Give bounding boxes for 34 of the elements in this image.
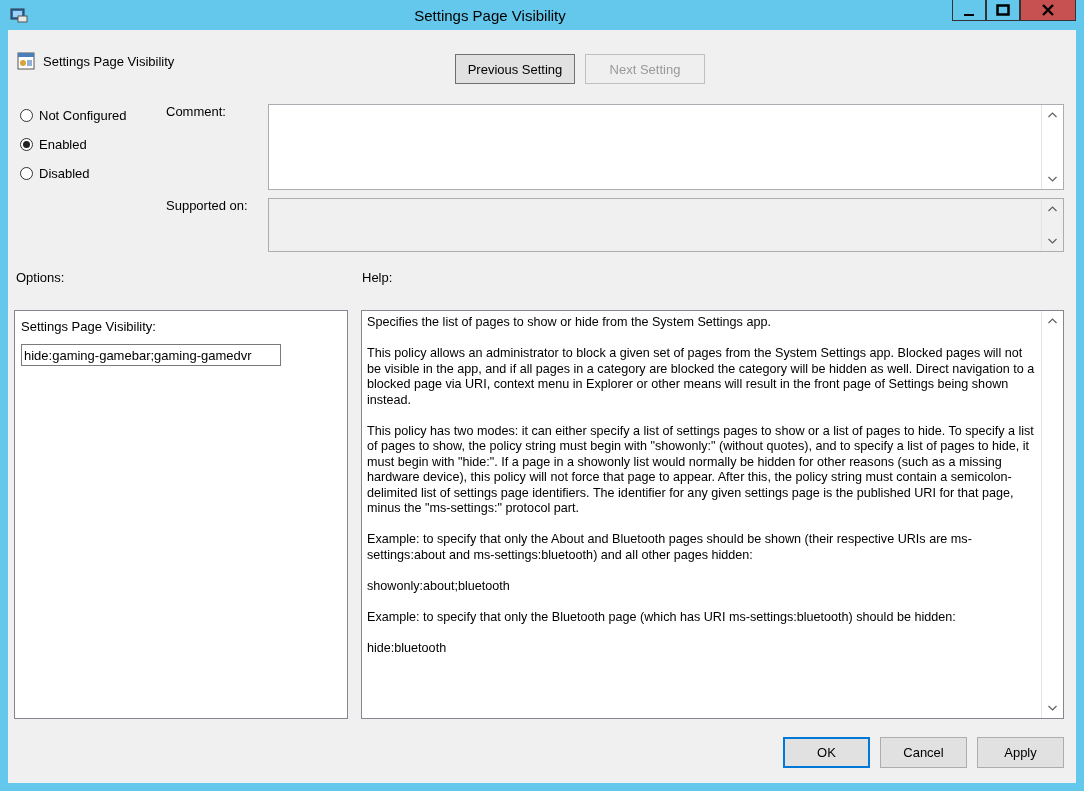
policy-setting-icon — [17, 52, 35, 70]
help-paragraph: showonly:about;bluetooth — [367, 578, 511, 594]
radio-label[interactable]: Enabled — [39, 137, 87, 152]
help-paragraph: Specifies the list of pages to show or hide from the System Settings app. — [367, 315, 772, 331]
dialog-button[interactable]: Apply — [977, 737, 1064, 768]
help-paragraph: hide:bluetooth — [367, 640, 448, 656]
policy-editor-icon — [10, 7, 28, 23]
minimize-button[interactable] — [952, 0, 986, 21]
minimize-icon — [964, 14, 974, 16]
policy-title: Settings Page Visibility — [43, 53, 175, 69]
options-label: Options: — [16, 270, 66, 285]
window-title: Settings Page Visibility — [413, 6, 567, 24]
help-label: Help: — [362, 270, 393, 285]
help-paragraph: This policy has two modes: it can either specify a list of settings pages to show or a list of pages to hide. To specify a list of pages to show, the policy string must begin with "showonly:" (without quotes), and to specify a list of pages to hide, it must begin with "hide:". If a page in a showonly list would normally be hidden for other reasons (such as a missing hardware device), this policy will not force that page to appear. After this, the policy string must contain a semicolon-delimited list of settings page identifiers. The identifier for any given settings page is the published URI for that page, minus the "ms-settings:" protocol part. — [367, 423, 1035, 517]
help-paragraph: Example: to specify that only the About and Bluetooth pages should be shown (their respective URIs are ms-settings:about and ms-settings:bluetooth) and all other pages hidden: — [367, 532, 973, 563]
comment-label: Comment: — [166, 104, 227, 121]
maximize-button[interactable] — [986, 0, 1020, 21]
radio-label[interactable]: Not Configured — [39, 108, 127, 123]
dialog-button[interactable]: Cancel — [880, 737, 967, 768]
radio-button[interactable] — [20, 167, 33, 180]
close-icon — [1042, 4, 1054, 16]
help-paragraph: This policy allows an administrator to block a given set of pages from the System Settings app. Blocked pages will not be visible in the app, and if all pages in a category are blocked the category will be hidden as well. Direct navigation to a blocked page via URI, context menu in Explorer or other means will result in the front page of Settings being shown instead. — [367, 346, 1036, 408]
maximize-icon — [996, 4, 1010, 16]
radio-button[interactable] — [20, 138, 33, 151]
comment-field[interactable] — [268, 104, 1064, 190]
previous-setting-button[interactable]: Previous Setting — [455, 54, 575, 84]
input-field[interactable]: hide:gaming-gamebar;gaming-gamedvr — [21, 344, 281, 366]
radio-label[interactable]: Disabled — [39, 166, 90, 181]
close-button[interactable] — [1020, 0, 1076, 21]
radio-button[interactable] — [20, 109, 33, 122]
help-paragraph: Example: to specify that only the Bluetooth page (which has URI ms-settings:bluetooth) should be hidden: — [367, 609, 957, 625]
supported-on-label: Supported on: — [166, 198, 249, 215]
option-label: Settings Page Visibility: — [21, 319, 157, 334]
dialog-button[interactable]: OK — [783, 737, 870, 768]
